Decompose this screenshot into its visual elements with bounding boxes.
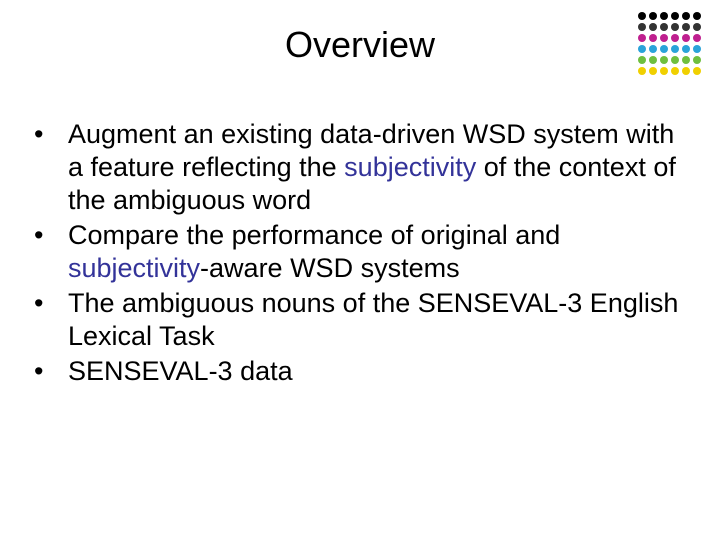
- slide: Overview Augment an existing data-driven…: [0, 0, 720, 540]
- bullet-text: The ambiguous nouns of the SENSEVAL-3 En…: [68, 288, 678, 351]
- bullet-text: Compare the performance of original and: [68, 220, 560, 250]
- bullet-text: SENSEVAL-3 data: [68, 356, 293, 386]
- bullet-list: Augment an existing data-driven WSD syst…: [26, 118, 686, 388]
- highlight-word: subjectivity: [68, 253, 200, 283]
- bullet-item: The ambiguous nouns of the SENSEVAL-3 En…: [26, 287, 686, 353]
- slide-title: Overview: [0, 24, 720, 66]
- highlight-word: subjectivity: [344, 152, 476, 182]
- bullet-item: Augment an existing data-driven WSD syst…: [26, 118, 686, 217]
- bullet-text: -aware WSD systems: [200, 253, 460, 283]
- slide-body: Augment an existing data-driven WSD syst…: [26, 118, 686, 390]
- bullet-item: Compare the performance of original and …: [26, 219, 686, 285]
- bullet-item: SENSEVAL-3 data: [26, 355, 686, 388]
